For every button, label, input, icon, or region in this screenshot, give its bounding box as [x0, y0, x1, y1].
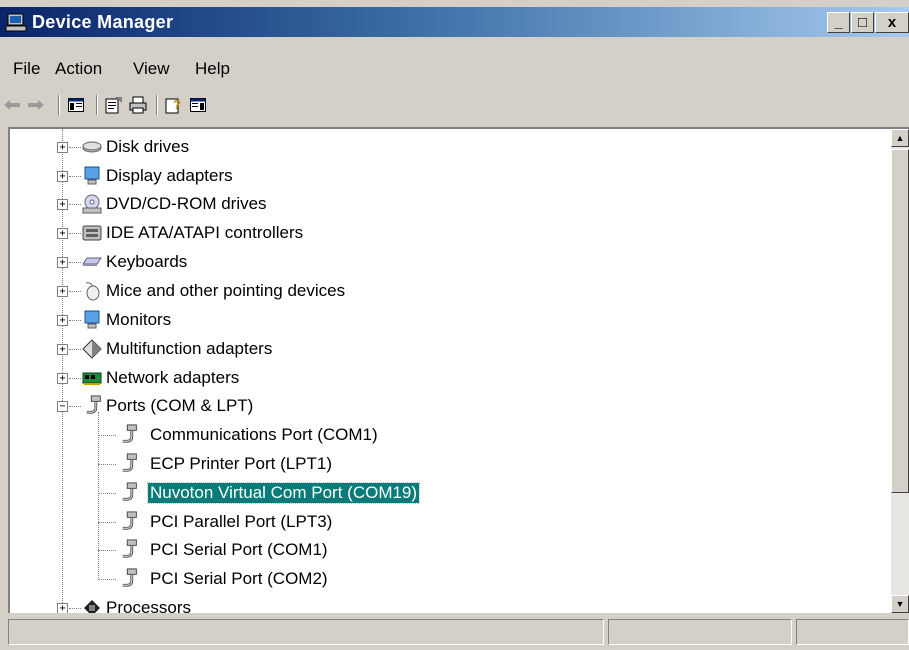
print-icon[interactable]	[128, 95, 148, 115]
status-cell-main	[8, 619, 604, 645]
tree-item-label: PCI Parallel Port (LPT3)	[150, 512, 333, 531]
status-bar	[0, 617, 909, 647]
expand-button[interactable]: +	[57, 603, 68, 613]
tree-item-label: IDE ATA/ATAPI controllers	[106, 223, 304, 242]
port-plug-icon	[122, 511, 137, 530]
tree-item-label: Processors	[106, 598, 192, 613]
menu-view[interactable]: View	[133, 59, 170, 79]
keyboard-icon	[82, 257, 102, 266]
scroll-thumb[interactable]	[891, 149, 909, 493]
cdrom-icon	[82, 194, 102, 214]
status-cell-2	[608, 619, 792, 645]
tree-item-label: Network adapters	[106, 368, 240, 387]
port-plug-icon	[122, 424, 137, 443]
tree-item-label: Communications Port (COM1)	[150, 425, 378, 444]
window-title: Device Manager	[32, 12, 174, 32]
menu-bar: File Action View Help	[0, 55, 909, 85]
port-plug-icon	[122, 453, 137, 472]
processor-icon	[84, 600, 100, 613]
toolbar-separator	[58, 95, 60, 115]
title-bar: Device Manager _ □ x	[0, 7, 909, 37]
menu-action[interactable]: Action	[55, 59, 102, 79]
tree-item-label: DVD/CD-ROM drives	[106, 194, 267, 213]
tree-item-network-adapters[interactable]: + Network adapters	[10, 366, 890, 390]
expand-button[interactable]: +	[57, 257, 68, 268]
toolbar-separator	[156, 95, 158, 115]
vertical-scrollbar[interactable]: ▲ ▼	[891, 129, 909, 613]
expand-button[interactable]: +	[57, 228, 68, 239]
svg-text:?: ?	[173, 97, 181, 112]
tree-item-label: Monitors	[106, 310, 172, 329]
expand-button[interactable]: +	[57, 142, 68, 153]
tree-item-display-adapters[interactable]: + Display adapters	[10, 164, 890, 188]
expand-button[interactable]: +	[57, 315, 68, 326]
tree-item-label: Ports (COM & LPT)	[106, 396, 254, 415]
tree-item-ports[interactable]: − Ports (COM & LPT)	[10, 394, 890, 418]
mouse-icon	[85, 282, 100, 301]
menu-help[interactable]: Help	[195, 59, 230, 79]
device-tree[interactable]: + Disk drives + Display adapters + DVD/C…	[8, 127, 909, 613]
network-card-icon	[82, 372, 102, 385]
tree-item-label: PCI Serial Port (COM1)	[150, 540, 328, 559]
tree-item-lpt3[interactable]: PCI Parallel Port (LPT3)	[10, 510, 890, 534]
port-plug-icon	[122, 482, 137, 501]
maximize-button[interactable]: □	[851, 12, 874, 33]
minimize-button[interactable]: _	[827, 12, 850, 33]
status-cell-3	[796, 619, 909, 645]
properties-icon[interactable]	[104, 95, 124, 115]
tree-item-processors[interactable]: + Processors	[10, 596, 890, 613]
scroll-up-button[interactable]: ▲	[891, 129, 909, 147]
monitor-icon	[84, 166, 100, 185]
tree-item-keyboards[interactable]: + Keyboards	[10, 250, 890, 274]
tree-item-pci-com1[interactable]: PCI Serial Port (COM1)	[10, 538, 890, 562]
tree-item-label: ECP Printer Port (LPT1)	[150, 454, 333, 473]
toolbar: ?	[0, 93, 909, 119]
expand-button[interactable]: +	[57, 373, 68, 384]
toolbar-separator	[96, 95, 98, 115]
port-plug-icon	[122, 539, 137, 558]
port-plug-icon	[86, 395, 101, 414]
tree-item-multifunction[interactable]: + Multifunction adapters	[10, 337, 890, 361]
diamond-icon	[82, 339, 102, 359]
tree-item-com1[interactable]: Communications Port (COM1)	[10, 423, 890, 447]
tree-item-label: Multifunction adapters	[106, 339, 273, 358]
back-arrow-icon[interactable]	[2, 95, 22, 115]
tree-item-label: Nuvoton Virtual Com Port (COM19)	[146, 482, 421, 504]
tree-item-monitors[interactable]: + Monitors	[10, 308, 890, 332]
tree-item-label: Display adapters	[106, 166, 233, 185]
expand-button[interactable]: +	[57, 199, 68, 210]
action-pane-icon[interactable]	[188, 95, 208, 115]
ide-controller-icon	[82, 225, 102, 241]
tree-item-pci-com2[interactable]: PCI Serial Port (COM2)	[10, 567, 890, 591]
forward-arrow-icon[interactable]	[26, 95, 46, 115]
computer-icon	[5, 13, 27, 32]
tree-item-disk-drives[interactable]: + Disk drives	[10, 135, 890, 159]
monitor-icon	[84, 310, 100, 329]
expand-button[interactable]: +	[57, 286, 68, 297]
expand-button[interactable]: +	[57, 344, 68, 355]
expand-button[interactable]: +	[57, 171, 68, 182]
tree-item-dvd-cdrom[interactable]: + DVD/CD-ROM drives	[10, 192, 890, 216]
collapse-button[interactable]: −	[57, 401, 68, 412]
help-icon[interactable]: ?	[164, 95, 184, 115]
tree-item-lpt1[interactable]: ECP Printer Port (LPT1)	[10, 452, 890, 476]
show-hide-tree-icon[interactable]	[66, 95, 86, 115]
menu-file[interactable]: File	[13, 59, 40, 79]
tree-item-mice[interactable]: + Mice and other pointing devices	[10, 279, 890, 303]
tree-item-com19-selected[interactable]: Nuvoton Virtual Com Port (COM19)	[10, 481, 890, 505]
tree-item-label: Disk drives	[106, 137, 190, 156]
tree-item-ide-controllers[interactable]: + IDE ATA/ATAPI controllers	[10, 221, 890, 245]
tree-item-label: PCI Serial Port (COM2)	[150, 569, 328, 588]
disk-drive-icon	[82, 141, 102, 153]
port-plug-icon	[122, 568, 137, 587]
tree-item-label: Mice and other pointing devices	[106, 281, 346, 300]
scroll-down-button[interactable]: ▼	[891, 595, 909, 613]
tree-item-label: Keyboards	[106, 252, 188, 271]
close-button[interactable]: x	[875, 12, 909, 33]
